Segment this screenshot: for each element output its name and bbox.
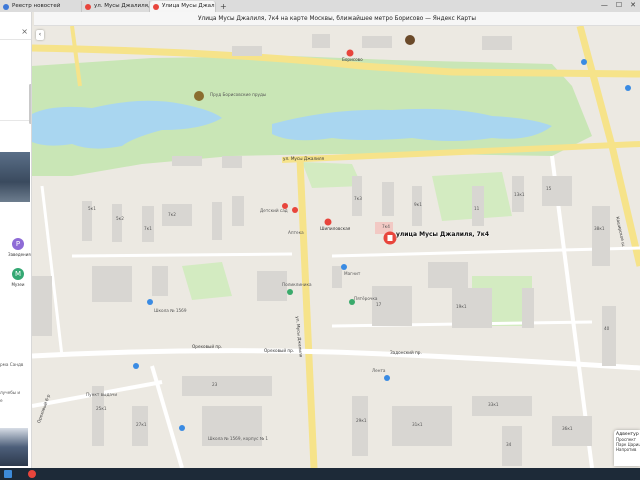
chevron-left-icon: ‹ xyxy=(38,31,42,38)
street-label: Задонский пр. xyxy=(390,350,422,355)
poi-label: Магнит xyxy=(344,271,361,276)
building-number: 29к1 xyxy=(356,418,367,423)
poi-icon[interactable] xyxy=(133,363,139,369)
poi-icon[interactable] xyxy=(384,375,390,381)
building-number: 5к1 xyxy=(88,206,96,211)
new-tab-button[interactable]: + xyxy=(216,1,231,12)
building-number: 19к1 xyxy=(456,304,467,309)
promo-photo[interactable] xyxy=(0,428,28,466)
building-number: 7к1 xyxy=(144,226,152,231)
building-number: 33к1 xyxy=(488,402,499,407)
building-number: 40 xyxy=(604,326,610,331)
left-sidebar: × P Заведения M Музеи рма Сандв лучебы и… xyxy=(0,12,32,468)
selected-place-label: улица Мусы Джалиля, 7к4 xyxy=(396,231,490,238)
poi-label: Пятёрочка xyxy=(354,296,378,301)
establishments-icon: P xyxy=(12,238,24,250)
building-number: 13к1 xyxy=(514,192,525,197)
news-icon xyxy=(3,3,9,10)
poi-label: Пункт выдачи xyxy=(86,392,118,397)
building-number: 34 xyxy=(506,442,512,447)
building-number: 38к1 xyxy=(594,226,605,231)
browser-taskbar-icon[interactable] xyxy=(28,470,36,478)
poi-icon[interactable] xyxy=(625,85,631,91)
promo-text: рма Сандв xyxy=(0,362,24,367)
road xyxy=(71,252,293,258)
metro-icon[interactable] xyxy=(346,49,354,57)
poi-icon[interactable] xyxy=(287,289,293,295)
selected-place-pin[interactable] xyxy=(383,231,397,245)
photo-marker-icon[interactable] xyxy=(405,35,415,45)
close-window-button[interactable]: ✕ xyxy=(630,0,636,11)
yandex-maps-icon xyxy=(85,3,91,10)
clear-search-icon[interactable]: × xyxy=(21,27,28,36)
tab-label: Реестр новостей xyxy=(12,3,61,9)
window-controls: — ☐ ✕ xyxy=(601,0,636,11)
poi-icon[interactable] xyxy=(147,299,153,305)
category-museums[interactable]: M Музеи xyxy=(8,268,28,287)
poi-icon[interactable] xyxy=(292,207,298,213)
building-number: 7к3 xyxy=(354,196,362,201)
maximize-button[interactable]: ☐ xyxy=(616,0,622,11)
info-card-line: Напротив xyxy=(616,447,637,452)
building-number: 7к4 xyxy=(382,224,390,229)
building-number: 25к1 xyxy=(96,406,107,411)
poi-icon[interactable] xyxy=(179,425,185,431)
promo-text: е xyxy=(0,398,3,403)
building-number: 5к2 xyxy=(116,216,124,221)
poi-label: Детский сад xyxy=(260,208,288,213)
collapse-sidebar-button[interactable]: ‹ xyxy=(36,30,44,40)
poi-label: Пруд Борисовские пруды xyxy=(210,92,267,97)
building-number: 31к1 xyxy=(412,422,423,427)
park-photo-marker-icon[interactable] xyxy=(194,91,204,101)
poi-label: Школа № 1569, корпус № 1 xyxy=(208,436,269,441)
category-establishments[interactable]: P Заведения xyxy=(8,238,31,257)
page-title: Улица Мусы Джалиля, 7к4 на карте Москвы,… xyxy=(34,12,640,26)
metro-label: Шипиловская xyxy=(320,226,351,231)
promo-text: лучебы и xyxy=(0,390,21,395)
building-number: 27к1 xyxy=(136,422,147,427)
building-number: 9к1 xyxy=(414,202,422,207)
building-number: 23 xyxy=(212,382,218,387)
building-number: 7к2 xyxy=(168,212,176,217)
category-label: Музеи xyxy=(11,282,25,287)
minimize-button[interactable]: — xyxy=(601,0,608,11)
building-number: 17 xyxy=(376,302,382,307)
tab-street-map-active[interactable]: Улица Мусы Джалиля... × xyxy=(150,1,216,12)
sidebar-photo[interactable] xyxy=(0,152,30,202)
tab-label: ул. Мусы Джалиля, д. 7, к. xyxy=(94,3,150,9)
browser-tab-bar: Реестр новостей ул. Мусы Джалиля, д. 7, … xyxy=(0,0,640,12)
yandex-maps-icon xyxy=(153,3,159,10)
poi-label: Лента xyxy=(372,368,386,373)
place-info-card[interactable]: Адвентур Проспект Парк Царицыно Напротив xyxy=(614,430,640,466)
category-label: Заведения xyxy=(8,252,31,257)
tab-label: Улица Мусы Джалиля... xyxy=(162,3,215,9)
museum-icon: M xyxy=(12,268,24,280)
poi-label: Поликлиника xyxy=(282,282,312,287)
os-taskbar xyxy=(0,468,640,480)
map-canvas[interactable]: ул. Мусы Джалиля ул. Мусы Джалиля Орехов… xyxy=(32,26,640,468)
poi-icon[interactable] xyxy=(581,59,587,65)
start-icon[interactable] xyxy=(4,470,12,478)
poi-label: Аптека xyxy=(288,230,304,235)
metro-icon[interactable] xyxy=(324,218,332,226)
street-label: Ореховый пр. xyxy=(264,348,295,353)
sidebar-divider xyxy=(0,120,31,121)
map-svg[interactable] xyxy=(32,26,640,468)
metro-label: Борисово xyxy=(342,57,363,62)
building-number: 36к1 xyxy=(562,426,573,431)
poi-label: Школа № 1569 xyxy=(154,308,187,313)
building-number: 15 xyxy=(546,186,552,191)
tab-street-address[interactable]: ул. Мусы Джалиля, д. 7, к. xyxy=(82,1,150,12)
search-input[interactable]: × xyxy=(0,26,31,40)
street-label: Ореховый пр. xyxy=(192,344,223,349)
street-label: ул. Мусы Джалиля xyxy=(283,156,325,161)
tab-news-registry[interactable]: Реестр новостей xyxy=(0,1,82,12)
poi-icon[interactable] xyxy=(341,264,347,270)
building-number: 11 xyxy=(474,206,480,211)
